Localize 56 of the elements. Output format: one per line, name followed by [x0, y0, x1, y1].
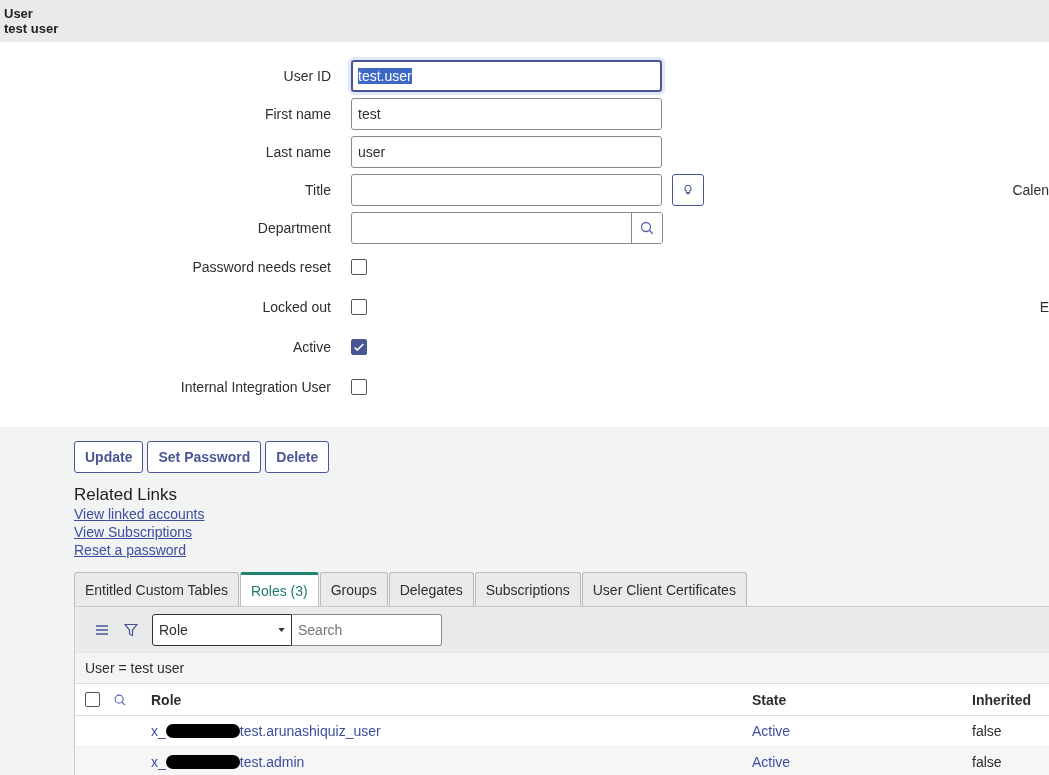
field-label: User ID	[282, 68, 332, 84]
related-link[interactable]: Reset a password	[74, 541, 187, 559]
table-cell: false	[972, 723, 1002, 739]
role-link[interactable]: test.admin	[239, 754, 305, 770]
menu-icon[interactable]	[95, 625, 109, 635]
form-button[interactable]: Update	[74, 441, 144, 473]
checkbox[interactable]	[351, 379, 367, 395]
field-label: First name	[263, 106, 332, 122]
search-icon[interactable]	[631, 213, 662, 243]
record-name: test user	[4, 21, 60, 36]
column-header[interactable]: State	[752, 691, 787, 708]
column-header[interactable]: Role	[151, 691, 182, 708]
column-header[interactable]: Inherited	[972, 691, 1032, 708]
tab[interactable]: Subscriptions	[474, 572, 581, 606]
state-link[interactable]: Active	[752, 754, 791, 770]
tab[interactable]: Delegates	[388, 572, 474, 606]
role-link-prefix[interactable]: x_	[151, 723, 166, 739]
related-link[interactable]: View linked accounts	[74, 505, 205, 523]
filter-breadcrumb[interactable]: User = test user	[85, 660, 185, 676]
filter-icon[interactable]	[124, 623, 138, 637]
checkbox[interactable]	[351, 339, 367, 355]
tab[interactable]: Groups	[319, 572, 388, 606]
field-label: Active	[291, 339, 332, 355]
field-label: E	[1039, 299, 1049, 315]
role-link[interactable]: test.arunashiquiz_user	[239, 723, 381, 739]
form-button[interactable]: Set Password	[147, 441, 262, 473]
checkbox[interactable]	[351, 299, 367, 315]
section-title: Related Links	[74, 485, 177, 505]
field-label: Locked out	[261, 299, 332, 315]
tab[interactable]: Roles (3)	[239, 572, 319, 606]
text-field[interactable]: test	[351, 98, 662, 130]
lightbulb-icon[interactable]	[672, 174, 704, 206]
related-link[interactable]: View Subscriptions	[74, 523, 193, 541]
search-field[interactable]: Search	[292, 614, 442, 646]
table-name: User	[4, 6, 34, 21]
role-link-prefix[interactable]: x_	[151, 754, 166, 770]
search-icon[interactable]	[113, 692, 127, 707]
state-link[interactable]: Active	[752, 723, 791, 739]
reference-field[interactable]	[351, 212, 663, 244]
tab[interactable]: Entitled Custom Tables	[74, 572, 239, 606]
checkbox[interactable]	[351, 259, 367, 275]
select-all-checkbox[interactable]	[85, 692, 100, 707]
field-label: Internal Integration User	[179, 379, 332, 395]
field-label: Department	[256, 220, 332, 236]
field-label: Title	[304, 182, 332, 198]
form-button[interactable]: Delete	[265, 441, 330, 473]
text-field[interactable]: test.user	[351, 60, 662, 92]
caret-icon	[278, 628, 285, 632]
text-field[interactable]	[351, 174, 662, 206]
text-field[interactable]: user	[351, 136, 662, 168]
table-cell: false	[972, 754, 1002, 770]
search-column-dropdown[interactable]: Role	[152, 614, 292, 646]
field-label: Password needs reset	[191, 259, 332, 275]
field-label: Last name	[264, 144, 332, 160]
tab[interactable]: User Client Certificates	[581, 572, 747, 606]
field-label: Calen	[1012, 182, 1049, 198]
